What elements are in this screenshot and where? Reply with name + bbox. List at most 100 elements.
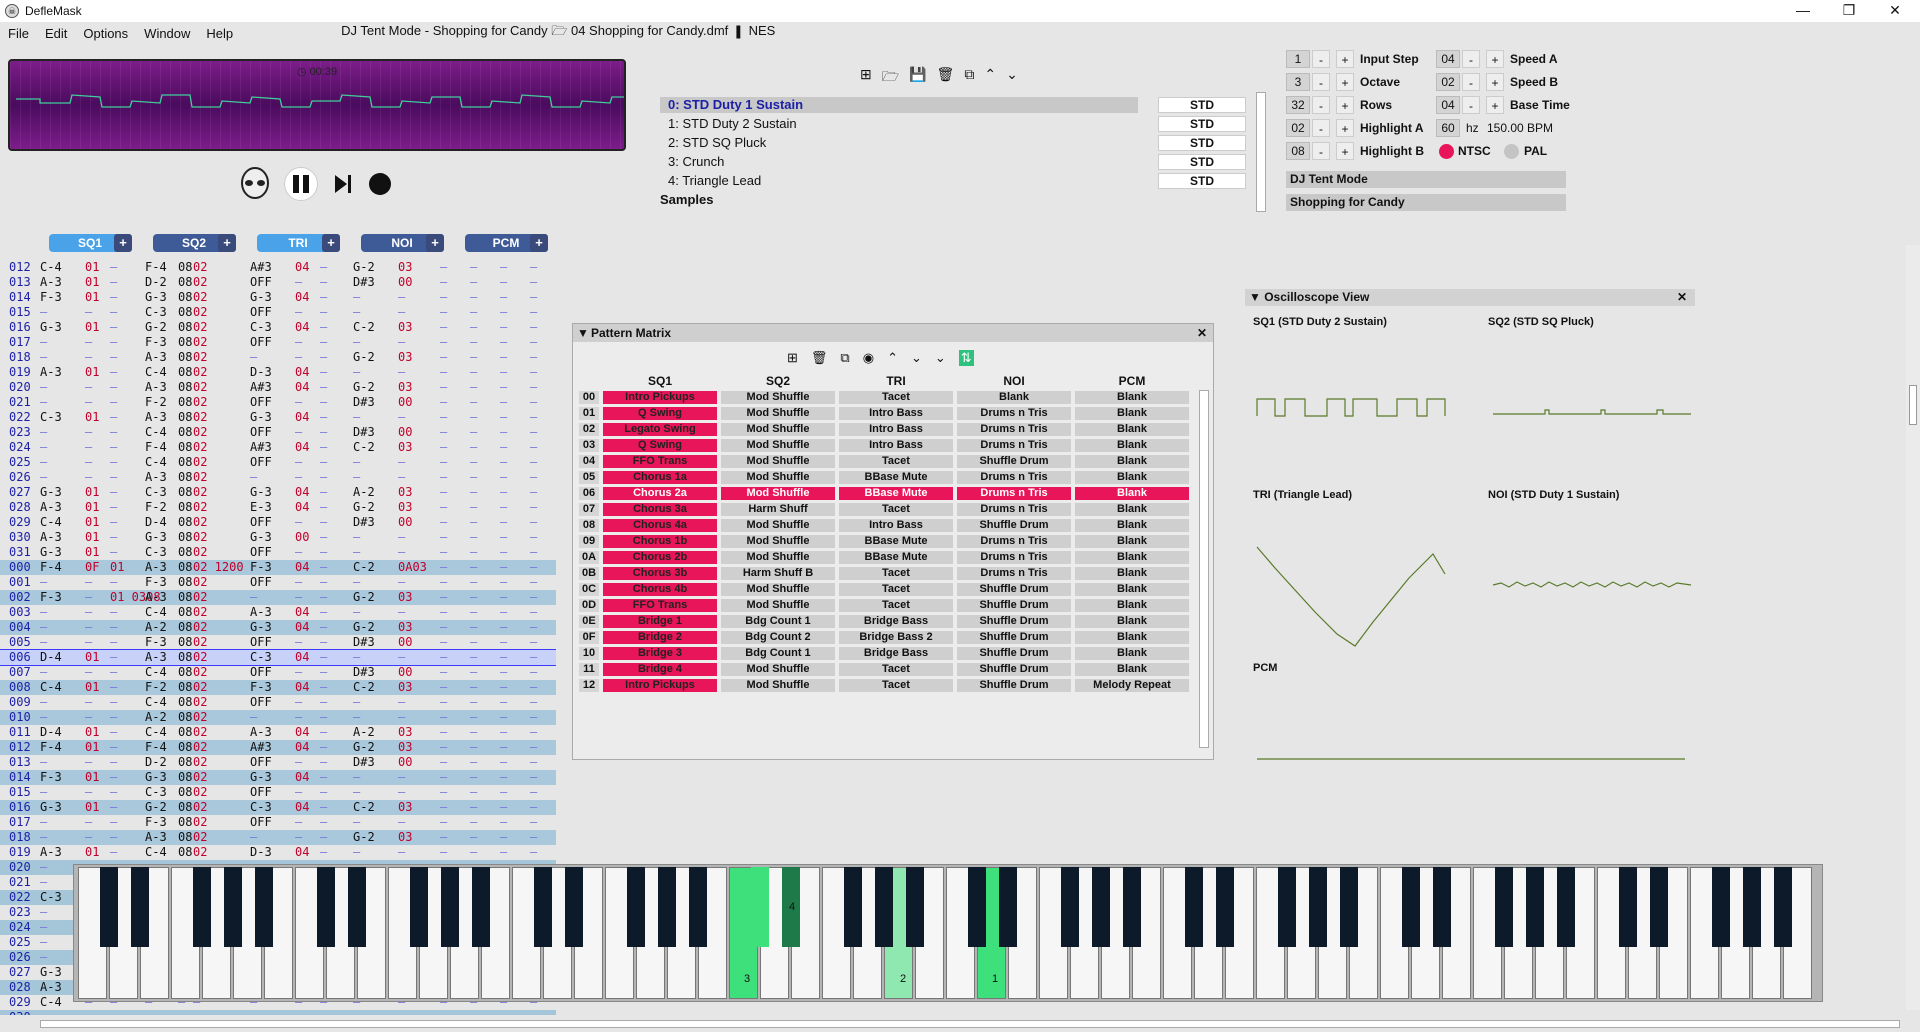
move-down-icon[interactable]: ⌄ [911,350,922,366]
tracker-cell[interactable]: C-2 [353,440,375,455]
matrix-cell[interactable]: Mod Shuffle [721,471,835,484]
tracker-row[interactable]: 001 — – – F-3 08 02 OFF – – — – – – – – [0,575,556,590]
empty-cell[interactable]: – [398,365,405,380]
empty-cell[interactable]: – [398,845,405,860]
step-forward-button[interactable] [326,167,360,201]
matrix-row-id[interactable]: 0F [579,631,599,644]
matrix-cell[interactable]: Intro Bass [839,423,953,436]
matrix-cell[interactable]: Blank [1075,535,1189,548]
matrix-cell[interactable]: Tacet [839,663,953,676]
empty-cell[interactable]: – [320,455,327,470]
tracker-cell[interactable]: F-3 [145,335,167,350]
matrix-cell[interactable]: Chorus 4a [603,519,717,532]
tracker-cell[interactable]: 03 [398,320,412,335]
empty-cell[interactable]: – [500,485,507,500]
tracker-cell[interactable]: OFF [250,695,272,710]
tracker-cell[interactable]: C-4 [145,455,167,470]
empty-cell[interactable]: – [470,335,477,350]
tracker-cell[interactable]: 08 [178,740,192,755]
close-button[interactable]: ✕ [1872,0,1918,22]
tracker-cell[interactable]: 08 [178,560,192,575]
tracker-cell[interactable]: 08 [178,710,192,725]
empty-cell[interactable]: — [353,710,367,725]
tracker-cell[interactable]: 02 [193,275,207,290]
empty-cell[interactable]: – [530,515,537,530]
empty-cell[interactable]: — [40,785,54,800]
piano-black-key[interactable] [224,867,242,947]
matrix-cell[interactable]: Drums n Tris [957,567,1071,580]
matrix-cell[interactable]: Drums n Tris [957,487,1071,500]
empty-cell[interactable]: – [320,485,327,500]
empty-cell[interactable]: – [500,830,507,845]
matrix-cell[interactable]: Intro Bass [839,439,953,452]
matrix-cell[interactable]: Bridge 1 [603,615,717,628]
empty-cell[interactable]: – [85,470,92,485]
empty-cell[interactable]: – [470,455,477,470]
matrix-cell[interactable]: Blank [1075,519,1189,532]
matrix-cell[interactable]: Q Swing [603,407,717,420]
tracker-row[interactable]: 012 C-4 01– F-4 08 02 A#3 04– G-2 03– – – – [0,260,556,275]
piano-black-key[interactable] [193,867,211,947]
empty-cell[interactable]: – [530,365,537,380]
tracker-cell[interactable]: A-2 [145,710,167,725]
empty-cell[interactable]: — [353,410,367,425]
empty-cell[interactable]: – [110,740,117,755]
tracker-cell[interactable]: 02 [193,785,207,800]
tracker-row[interactable]: 025 — – – C-4 08 02 OFF – – — – – – – – [0,455,556,470]
empty-cell[interactable]: – [110,290,117,305]
tracker-cell[interactable]: 08 [178,305,192,320]
piano-black-key[interactable] [1092,867,1110,947]
empty-cell[interactable]: – [110,845,117,860]
empty-cell[interactable]: – [85,830,92,845]
empty-cell[interactable]: – [530,320,537,335]
tracker-cell[interactable]: 00 [398,425,412,440]
empty-cell[interactable]: – [440,575,447,590]
tracker-cell[interactable]: 08 [178,605,192,620]
oscilloscope-header[interactable]: ▼ Oscilloscope View ✕ [1245,289,1695,306]
matrix-cell[interactable]: Mod Shuffle [721,519,835,532]
tracker-cell[interactable]: D-3 [250,845,272,860]
matrix-cell[interactable]: Bridge Bass 2 [839,631,953,644]
tracker-cell[interactable]: A-3 [40,500,62,515]
open-folder-icon[interactable]: 🗁 [882,66,899,90]
empty-cell[interactable]: – [110,1010,117,1015]
empty-cell[interactable]: – [530,770,537,785]
tracker-cell[interactable]: OFF [250,785,272,800]
tracker-cell[interactable]: 04 [295,845,309,860]
empty-cell[interactable]: – [85,695,92,710]
tracker-cell[interactable]: 03 [398,500,412,515]
empty-cell[interactable]: – [470,590,477,605]
tracker-cell[interactable]: OFF [250,815,272,830]
tracker-cell[interactable]: A-2 [353,725,375,740]
tracker-cell[interactable]: D-3 [250,365,272,380]
tracker-cell[interactable]: 08 [178,755,192,770]
tracker-cell[interactable]: OFF [250,425,272,440]
tracker-cell[interactable]: C-3 [145,785,167,800]
tracker-cell[interactable]: 02 [193,620,207,635]
empty-cell[interactable]: – [110,320,117,335]
tracker-cell[interactable]: A-3 [40,365,62,380]
piano-black-key[interactable] [751,867,769,947]
tracker-row[interactable]: 012 F-4 01– F-4 08 02 A#3 04– G-2 03– – – – [0,740,556,755]
empty-cell[interactable]: – [440,365,447,380]
matrix-row-id[interactable]: 08 [579,519,599,532]
tracker-cell[interactable]: 04 [295,290,309,305]
tracker-cell[interactable]: C-2 [353,680,375,695]
speed-b-value[interactable]: 02 [1436,73,1460,91]
add-instrument-icon[interactable]: ⊞ [860,66,872,90]
empty-cell[interactable]: – [530,455,537,470]
piano-black-key[interactable] [1309,867,1327,947]
tracker-cell[interactable]: F-3 [40,770,62,785]
tracker-cell[interactable]: D-2 [145,755,167,770]
tracker-cell[interactable]: 03 [398,725,412,740]
tracker-cell[interactable]: C-2 [353,800,375,815]
empty-cell[interactable]: – [440,260,447,275]
empty-cell[interactable]: – [110,575,117,590]
empty-cell[interactable]: – [295,395,302,410]
empty-cell[interactable]: – [470,605,477,620]
tracker-cell[interactable]: 02 [193,830,207,845]
move-bottom-icon[interactable]: ⌄ [935,350,946,366]
piano-black-key[interactable] [410,867,428,947]
empty-cell[interactable]: – [500,635,507,650]
tracker-cell[interactable]: D-4 [40,650,62,665]
